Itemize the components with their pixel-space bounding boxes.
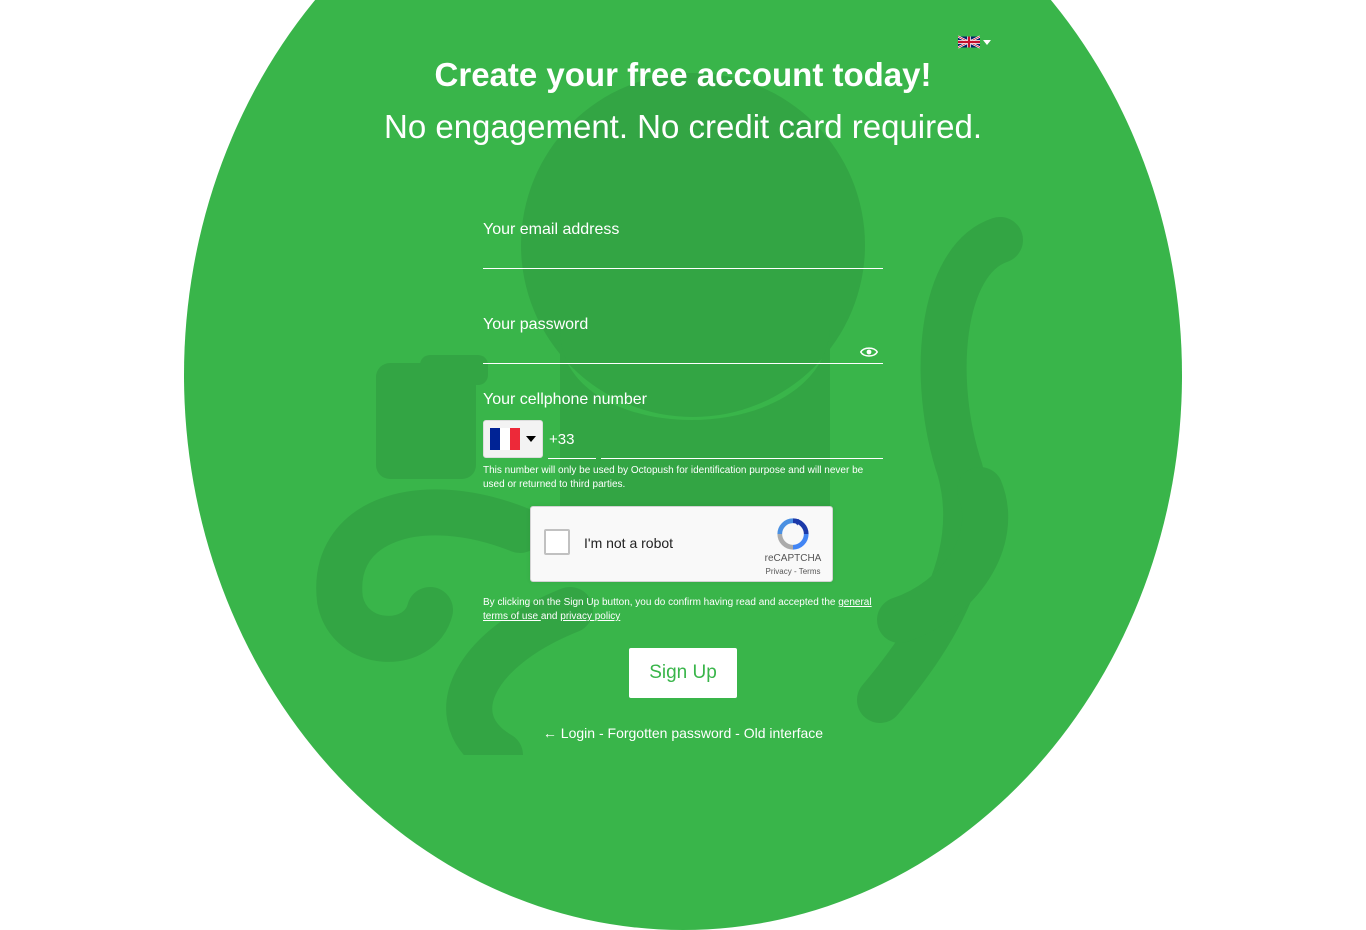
old-interface-link[interactable]: Old interface	[744, 725, 823, 741]
phone-note: This number will only be used by Octopus…	[483, 465, 864, 490]
page-subtitle: No engagement. No credit card required.	[384, 108, 982, 145]
sign-up-button[interactable]: Sign Up	[629, 648, 737, 698]
login-link[interactable]: ← Login	[543, 725, 595, 741]
chevron-down-icon	[526, 436, 536, 442]
recaptcha-brand: reCAPTCHA	[764, 553, 822, 564]
footer-links: ← Login - Forgotten password - Old inter…	[0, 725, 1366, 741]
france-flag-icon	[490, 428, 520, 450]
uk-flag-icon	[958, 35, 980, 49]
phone-field[interactable]	[604, 428, 883, 456]
recaptcha-widget: I'm not a robot reCAPTCHA Privacy - Term…	[530, 506, 833, 582]
recaptcha-separator: -	[791, 567, 799, 576]
email-underline	[483, 268, 883, 269]
email-label: Your email address	[483, 221, 620, 238]
email-field[interactable]	[483, 240, 867, 268]
recaptcha-label: I'm not a robot	[584, 535, 674, 551]
eye-icon[interactable]	[860, 345, 878, 359]
recaptcha-logo-icon	[777, 518, 809, 550]
country-code-select[interactable]	[483, 420, 543, 458]
recaptcha-privacy-link[interactable]: Privacy	[766, 567, 792, 576]
forgotten-password-link[interactable]: Forgotten password	[608, 725, 732, 741]
password-label: Your password	[483, 316, 589, 333]
recaptcha-checkbox[interactable]	[544, 529, 570, 555]
phone-label: Your cellphone number	[483, 391, 647, 408]
footer-separator: -	[731, 725, 744, 741]
password-field[interactable]	[483, 336, 857, 364]
footer-separator: -	[595, 725, 608, 741]
page-title: Create your free account today!	[434, 56, 932, 93]
chevron-down-icon	[983, 39, 991, 45]
language-selector[interactable]	[958, 32, 998, 52]
dial-code-underline	[548, 458, 596, 459]
password-underline	[483, 363, 883, 364]
terms-notice: By clicking on the Sign Up button, you d…	[483, 596, 885, 624]
recaptcha-terms-link[interactable]: Terms	[799, 567, 821, 576]
phone-underline	[601, 458, 883, 459]
privacy-policy-link[interactable]: privacy policy	[560, 611, 620, 622]
recaptcha-links: Privacy - Terms	[757, 567, 829, 576]
terms-conjunction: and	[540, 611, 561, 622]
dial-code: +33	[549, 431, 575, 448]
terms-prefix: By clicking on the Sign Up button, you d…	[483, 597, 839, 608]
